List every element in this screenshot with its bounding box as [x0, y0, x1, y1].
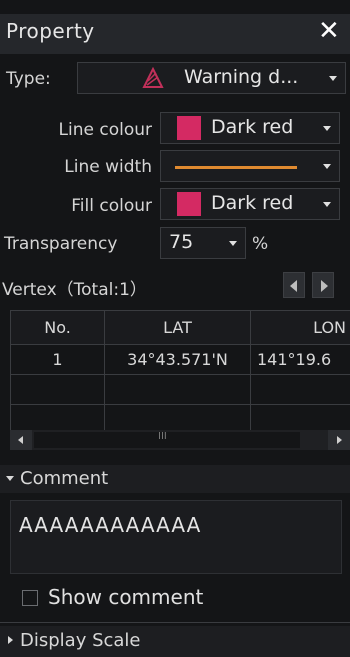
transparency-value: 75 [169, 231, 194, 253]
comment-header-label: Comment [20, 468, 109, 489]
divider [0, 622, 350, 623]
fill-colour-swatch [177, 192, 201, 216]
scroll-left-button[interactable] [10, 430, 32, 450]
show-comment-label[interactable]: Show comment [48, 585, 203, 609]
table-cell-empty [10, 375, 105, 405]
transparency-unit: % [252, 234, 269, 254]
chevron-down-icon [6, 476, 14, 481]
table-cell-lon[interactable]: 141°19.6 [251, 345, 350, 375]
line-colour-dropdown[interactable]: Dark red [160, 112, 340, 144]
vertex-prev-button[interactable] [283, 272, 305, 298]
comment-textarea[interactable]: AAAAAAAAAAAA [10, 500, 342, 574]
table-cell-empty [10, 405, 105, 431]
chevron-right-icon [8, 636, 13, 644]
vertex-table: No. LAT LON 1 34°43.571'N 141°19.6 [10, 310, 350, 431]
scroll-thumb[interactable]: III [34, 431, 300, 448]
table-cell-empty [105, 405, 251, 431]
show-comment-checkbox[interactable] [22, 590, 38, 606]
fill-colour-dropdown[interactable]: Dark red [160, 188, 340, 220]
line-width-sample [175, 166, 297, 169]
table-cell-no[interactable]: 1 [10, 345, 105, 375]
close-icon[interactable]: ✕ [318, 16, 340, 46]
column-header-lon[interactable]: LON [251, 311, 350, 345]
comment-section-header[interactable]: Comment [0, 465, 350, 493]
type-value: Warning d... [184, 66, 299, 88]
chevron-right-icon [321, 280, 328, 292]
display-scale-section-header[interactable]: Display Scale [0, 626, 350, 657]
line-colour-swatch [177, 116, 201, 140]
transparency-label: Transparency [4, 234, 118, 254]
chevron-down-icon [323, 126, 331, 131]
table-horizontal-scrollbar[interactable]: III [10, 430, 350, 450]
table-cell-lat[interactable]: 34°43.571'N [105, 345, 251, 375]
fill-colour-value: Dark red [211, 192, 294, 214]
display-scale-label: Display Scale [20, 630, 141, 651]
table-cell-empty [105, 375, 251, 405]
chevron-down-icon [323, 164, 331, 169]
warning-area-icon [142, 67, 164, 88]
vertex-title: Vertex（Total:1） [2, 280, 147, 300]
scroll-grip: III [158, 431, 167, 442]
line-colour-label: Line colour [58, 120, 152, 140]
vertex-next-button[interactable] [312, 272, 334, 298]
type-dropdown[interactable]: Warning d... [77, 62, 346, 94]
transparency-dropdown[interactable]: 75 [160, 227, 246, 259]
chevron-down-icon [323, 202, 331, 207]
line-width-dropdown[interactable] [160, 150, 340, 182]
table-cell-empty [251, 405, 350, 431]
property-panel: Property ✕ Type: Warning d... Line colou… [0, 0, 350, 657]
comment-text: AAAAAAAAAAAA [19, 513, 202, 537]
chevron-right-icon [337, 436, 342, 444]
type-label: Type: [6, 69, 51, 89]
scroll-right-button[interactable] [328, 430, 350, 450]
table-cell-empty [251, 375, 350, 405]
chevron-left-icon [18, 436, 23, 444]
column-header-no[interactable]: No. [10, 311, 105, 345]
column-header-lat[interactable]: LAT [105, 311, 251, 345]
fill-colour-label: Fill colour [71, 196, 152, 216]
chevron-down-icon [329, 76, 337, 81]
line-colour-value: Dark red [211, 116, 294, 138]
panel-title: Property [6, 19, 95, 43]
chevron-down-icon [229, 241, 237, 246]
line-width-label: Line width [64, 157, 152, 177]
chevron-left-icon [290, 280, 297, 292]
